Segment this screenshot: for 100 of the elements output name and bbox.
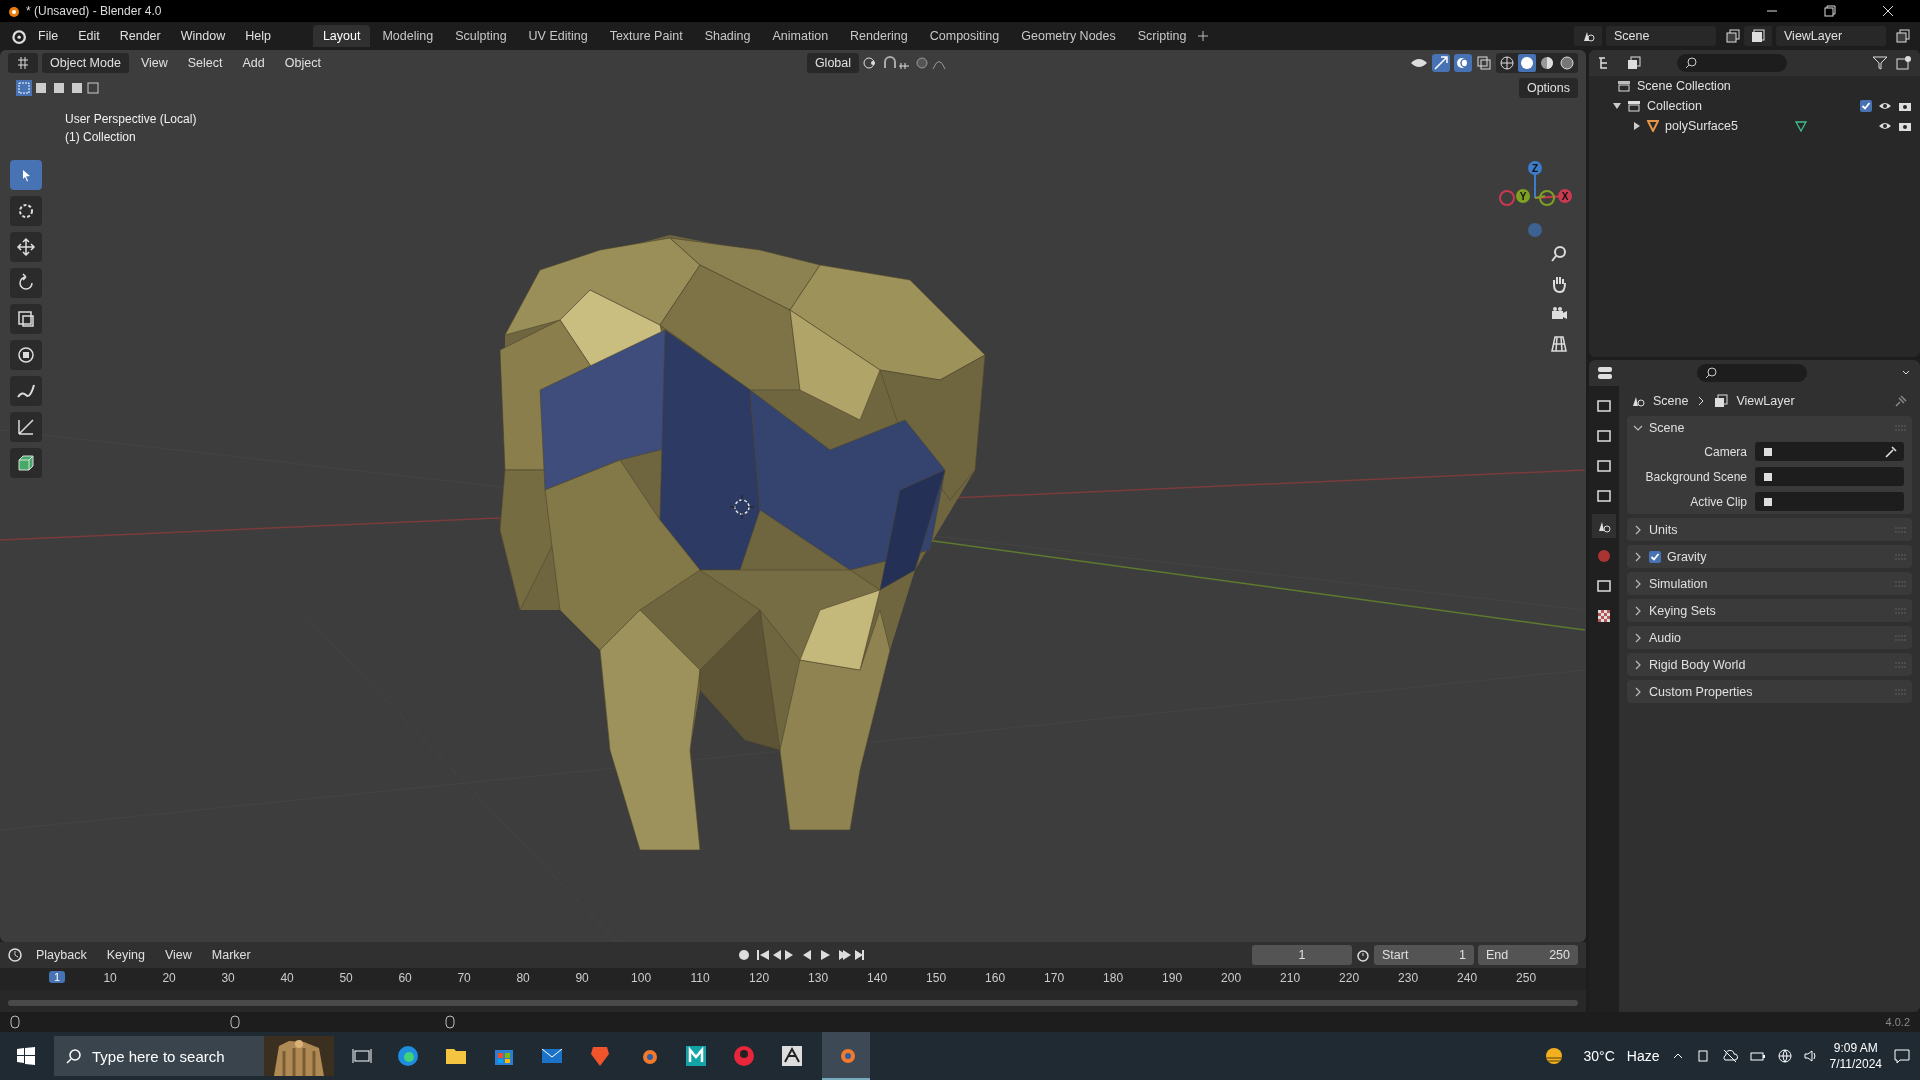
current-frame-field[interactable]: 1 <box>1252 945 1352 965</box>
chevron-icon[interactable] <box>1633 578 1643 589</box>
options-dropdown[interactable]: Options <box>1518 78 1578 98</box>
workspace-tab[interactable]: Layout <box>312 25 371 47</box>
viewport-menu[interactable]: View <box>132 53 176 73</box>
move-tool[interactable] <box>10 232 42 262</box>
add-icon[interactable] <box>1198 31 1209 41</box>
select-box-tool[interactable] <box>10 160 42 190</box>
taskbar-search-field[interactable]: Type here to search <box>92 1036 264 1076</box>
panel-title[interactable]: Scene <box>1649 420 1685 435</box>
checkbox[interactable] <box>1860 100 1872 112</box>
menu-item[interactable]: Help <box>237 26 279 46</box>
eye-icon[interactable] <box>1878 100 1892 112</box>
overlay-toggle-icon[interactable] <box>1454 54 1472 72</box>
outliner-item[interactable]: Collection <box>1647 99 1702 113</box>
add-cube-tool[interactable] <box>10 448 42 478</box>
property-field[interactable] <box>1755 442 1904 461</box>
device-icon[interactable] <box>1695 1049 1710 1063</box>
keyframe-record-icon[interactable] <box>736 948 751 962</box>
camera-icon[interactable] <box>1898 120 1912 132</box>
timeline-menu[interactable]: Marker <box>203 945 259 965</box>
material-shading-icon[interactable] <box>1538 54 1556 72</box>
shield-icon[interactable] <box>588 1044 612 1068</box>
scene-tab-icon[interactable] <box>1592 514 1616 538</box>
menu-item[interactable]: File <box>30 26 67 46</box>
weather-text[interactable]: Haze <box>1626 1048 1660 1064</box>
panel-title[interactable]: Units <box>1649 522 1678 537</box>
workspace-tab[interactable]: Shading <box>694 25 761 47</box>
grid-icon[interactable] <box>1550 335 1568 353</box>
temperature-text[interactable]: 30°C <box>1583 1048 1615 1064</box>
axis-gizmo-drawing[interactable]: Z Y X <box>1495 158 1575 238</box>
editor-type-icon[interactable] <box>8 948 24 962</box>
panel-title[interactable]: Simulation <box>1649 576 1708 591</box>
pin-icon[interactable] <box>1894 394 1908 408</box>
eye-icon[interactable] <box>1878 120 1892 132</box>
annotate-tool[interactable] <box>10 376 42 406</box>
solid-shading-icon[interactable] <box>1518 54 1536 72</box>
blender-logo-icon[interactable] <box>10 28 26 44</box>
gizmo-toggle-icon[interactable] <box>1432 54 1450 72</box>
workspace-tab[interactable]: Texture Paint <box>599 25 693 47</box>
stopwatch-icon[interactable] <box>1356 948 1370 962</box>
chevron-icon[interactable] <box>1633 605 1643 616</box>
snap-icon[interactable] <box>883 56 912 70</box>
checkbox[interactable] <box>1649 550 1661 563</box>
menu-item[interactable]: Window <box>172 26 234 46</box>
mode-dropdown[interactable]: Object Mode <box>42 53 129 73</box>
xray-icon[interactable] <box>1476 55 1492 71</box>
playhead-marker[interactable]: 1 <box>49 971 65 983</box>
eyedropper-icon[interactable] <box>1884 444 1898 459</box>
panel-title[interactable]: Rigid Body World <box>1649 657 1746 672</box>
visibility-icon[interactable] <box>1410 56 1428 70</box>
new-layer-icon[interactable] <box>1896 29 1910 43</box>
orientation-dropdown[interactable]: Global <box>806 53 860 73</box>
expand-arrow-icon[interactable] <box>1633 122 1641 130</box>
blender-icon[interactable] <box>822 1032 870 1080</box>
timeline-menu[interactable]: Keying <box>98 945 153 965</box>
breadcrumb-item[interactable]: ViewLayer <box>1736 394 1795 408</box>
wireframe-shading-icon[interactable] <box>1498 54 1516 72</box>
transform-tool[interactable] <box>10 340 42 370</box>
property-field[interactable] <box>1755 492 1904 511</box>
timeline-scrollbar[interactable] <box>8 1000 1578 1006</box>
workspace-tab[interactable]: Scripting <box>1127 25 1197 47</box>
viewport-menu[interactable]: Select <box>179 53 231 73</box>
zoom-icon[interactable] <box>1550 245 1568 263</box>
panel-title[interactable]: Keying Sets <box>1649 603 1716 618</box>
menu-item[interactable]: Edit <box>70 26 108 46</box>
cloud-off-icon[interactable] <box>1721 1049 1738 1063</box>
chevron-icon[interactable] <box>1633 524 1643 535</box>
scene-selector-icon[interactable] <box>1574 26 1602 46</box>
speaker-icon[interactable] <box>1803 1049 1818 1063</box>
chevron-icon[interactable] <box>1633 686 1643 697</box>
scale-tool[interactable] <box>10 304 42 334</box>
chevron-icon[interactable] <box>1633 659 1643 670</box>
workspace-tab[interactable]: Geometry Nodes <box>1011 25 1126 47</box>
selection-mode-icons[interactable] <box>16 80 100 96</box>
new-scene-icon[interactable] <box>1726 29 1740 43</box>
property-field[interactable] <box>1755 467 1904 486</box>
app-icon[interactable] <box>684 1044 708 1068</box>
restore-icon[interactable] <box>1824 5 1836 17</box>
view-layer-selector-icon[interactable] <box>1744 26 1772 46</box>
viewport-menu[interactable]: Object <box>276 53 329 73</box>
expand-arrow-icon[interactable] <box>1613 102 1621 110</box>
measure-tool[interactable] <box>10 412 42 442</box>
timeline-menu[interactable]: Playback <box>28 945 95 965</box>
search-icon[interactable] <box>54 1036 92 1076</box>
globe-icon[interactable] <box>1777 1049 1792 1063</box>
hand-icon[interactable] <box>1550 275 1568 293</box>
clock-time[interactable]: 9:09 AM <box>1833 1040 1878 1056</box>
panel-title[interactable]: Gravity <box>1667 549 1707 564</box>
end-frame-field[interactable]: End 250 <box>1478 945 1578 965</box>
workspace-tab[interactable]: Modeling <box>372 25 444 47</box>
workspace-tab[interactable]: Compositing <box>919 25 1010 47</box>
clock-date[interactable]: 7/11/2024 <box>1829 1056 1882 1072</box>
start-frame-field[interactable]: Start 1 <box>1374 945 1474 965</box>
workspace-tab[interactable]: Rendering <box>840 25 918 47</box>
close-icon[interactable] <box>1882 5 1894 17</box>
playback-controls-icon[interactable] <box>754 948 865 962</box>
camera-icon[interactable] <box>1898 100 1912 112</box>
menu-item[interactable]: Render <box>111 26 169 46</box>
editor-type-icon[interactable] <box>8 53 38 73</box>
